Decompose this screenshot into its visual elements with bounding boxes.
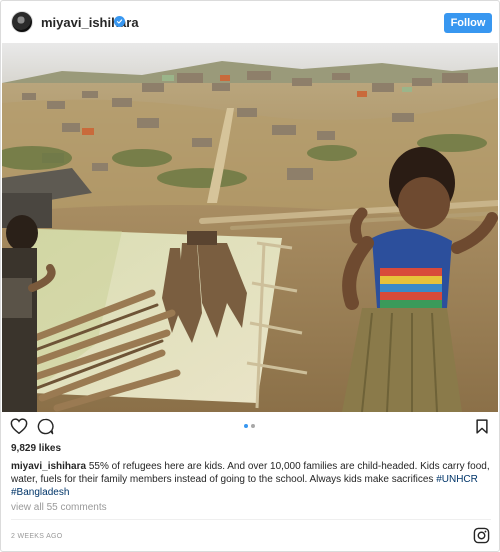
follow-button[interactable]: Follow	[444, 13, 492, 33]
divider	[11, 519, 491, 520]
hashtag-unhcr[interactable]: #UNHCR	[436, 474, 478, 485]
view-comments-link[interactable]: view all 55 comments	[11, 502, 107, 513]
bookmark-icon[interactable]	[476, 419, 488, 434]
hashtag-bangladesh[interactable]: #Bangladesh	[11, 487, 69, 498]
instagram-post-card: miyavi_ishihara Follow 9,829 likes miyav…	[0, 0, 500, 552]
carousel-dot	[251, 424, 255, 428]
likes-count[interactable]: 9,829 likes	[11, 443, 61, 454]
carousel-indicator	[244, 424, 255, 428]
post-photo[interactable]	[2, 43, 498, 412]
carousel-dot-active	[244, 424, 248, 428]
post-header: miyavi_ishihara Follow	[1, 1, 499, 45]
post-timestamp[interactable]: 2 WEEKS AGO	[11, 533, 63, 540]
avatar[interactable]	[11, 11, 33, 33]
verified-badge-icon	[114, 16, 125, 27]
heart-icon[interactable]	[10, 418, 28, 434]
caption-username[interactable]: miyavi_ishihara	[11, 461, 86, 472]
instagram-icon[interactable]	[473, 527, 490, 544]
comment-bubble-icon[interactable]	[37, 418, 54, 435]
caption: miyavi_ishihara 55% of refugees here are…	[11, 460, 493, 499]
